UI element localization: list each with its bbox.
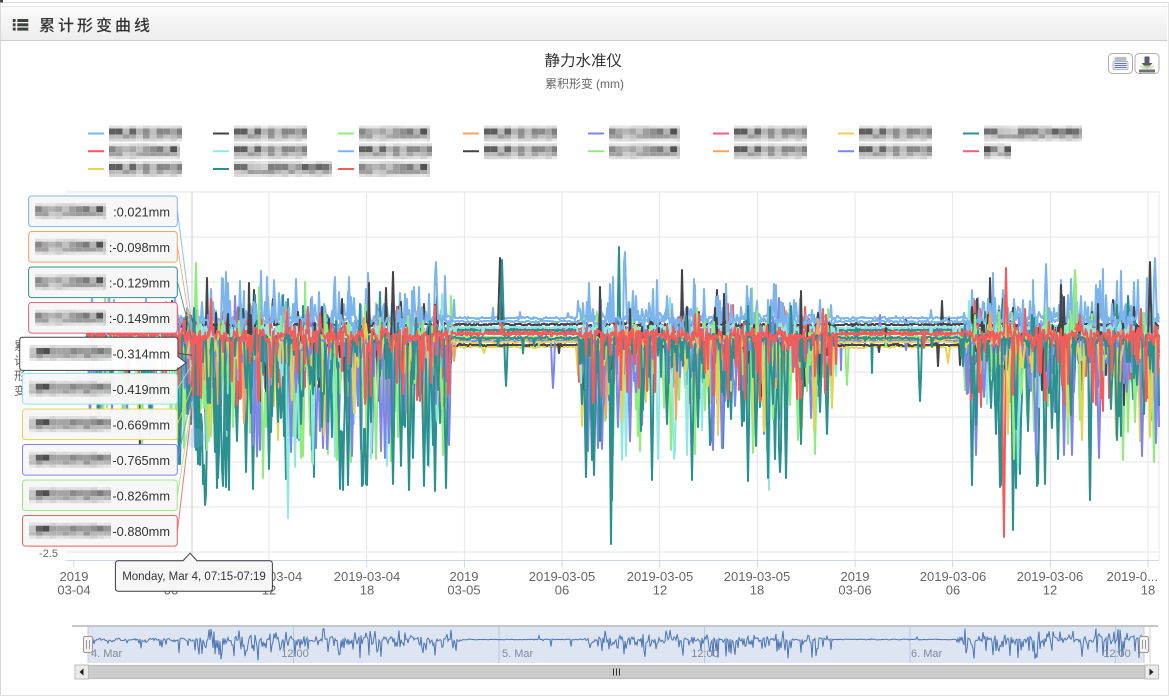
svg-text::-0.098mm: :-0.098mm [109, 240, 170, 255]
svg-text:-2.5: -2.5 [39, 548, 58, 560]
svg-text:18: 18 [750, 583, 764, 598]
svg-text:-0.669mm: -0.669mm [112, 418, 170, 433]
svg-text:-0.419mm: -0.419mm [112, 382, 170, 397]
svg-text:06: 06 [555, 583, 569, 598]
svg-text::0.021mm: :0.021mm [113, 205, 170, 220]
svg-text:12:00: 12:00 [281, 648, 309, 660]
svg-text:18: 18 [360, 583, 374, 598]
svg-text:12: 12 [1043, 583, 1057, 598]
svg-text:-0.314mm: -0.314mm [112, 347, 170, 362]
svg-text:03-06: 03-06 [838, 583, 871, 598]
svg-text:-0.826mm: -0.826mm [112, 489, 170, 504]
svg-text:18: 18 [1141, 583, 1155, 598]
svg-text:06: 06 [946, 583, 960, 598]
svg-text:12: 12 [653, 583, 667, 598]
svg-text:-0.880mm: -0.880mm [112, 524, 170, 539]
svg-text:Monday, Mar 4, 07:15-07:19: Monday, Mar 4, 07:15-07:19 [122, 571, 266, 583]
svg-text:03-04: 03-04 [57, 583, 90, 598]
svg-text:-0.765mm: -0.765mm [112, 453, 170, 468]
svg-text:12:00: 12:00 [691, 648, 719, 660]
svg-text:4. Mar: 4. Mar [91, 648, 123, 660]
svg-text::-0.149mm: :-0.149mm [109, 311, 170, 326]
svg-text:6. Mar: 6. Mar [911, 648, 943, 660]
svg-text:5. Mar: 5. Mar [502, 648, 534, 660]
svg-text::-0.129mm: :-0.129mm [109, 276, 170, 291]
svg-text:(mm): (mm) [596, 77, 624, 91]
svg-text:03-05: 03-05 [447, 583, 480, 598]
svg-text:12:00: 12:00 [1103, 648, 1131, 660]
